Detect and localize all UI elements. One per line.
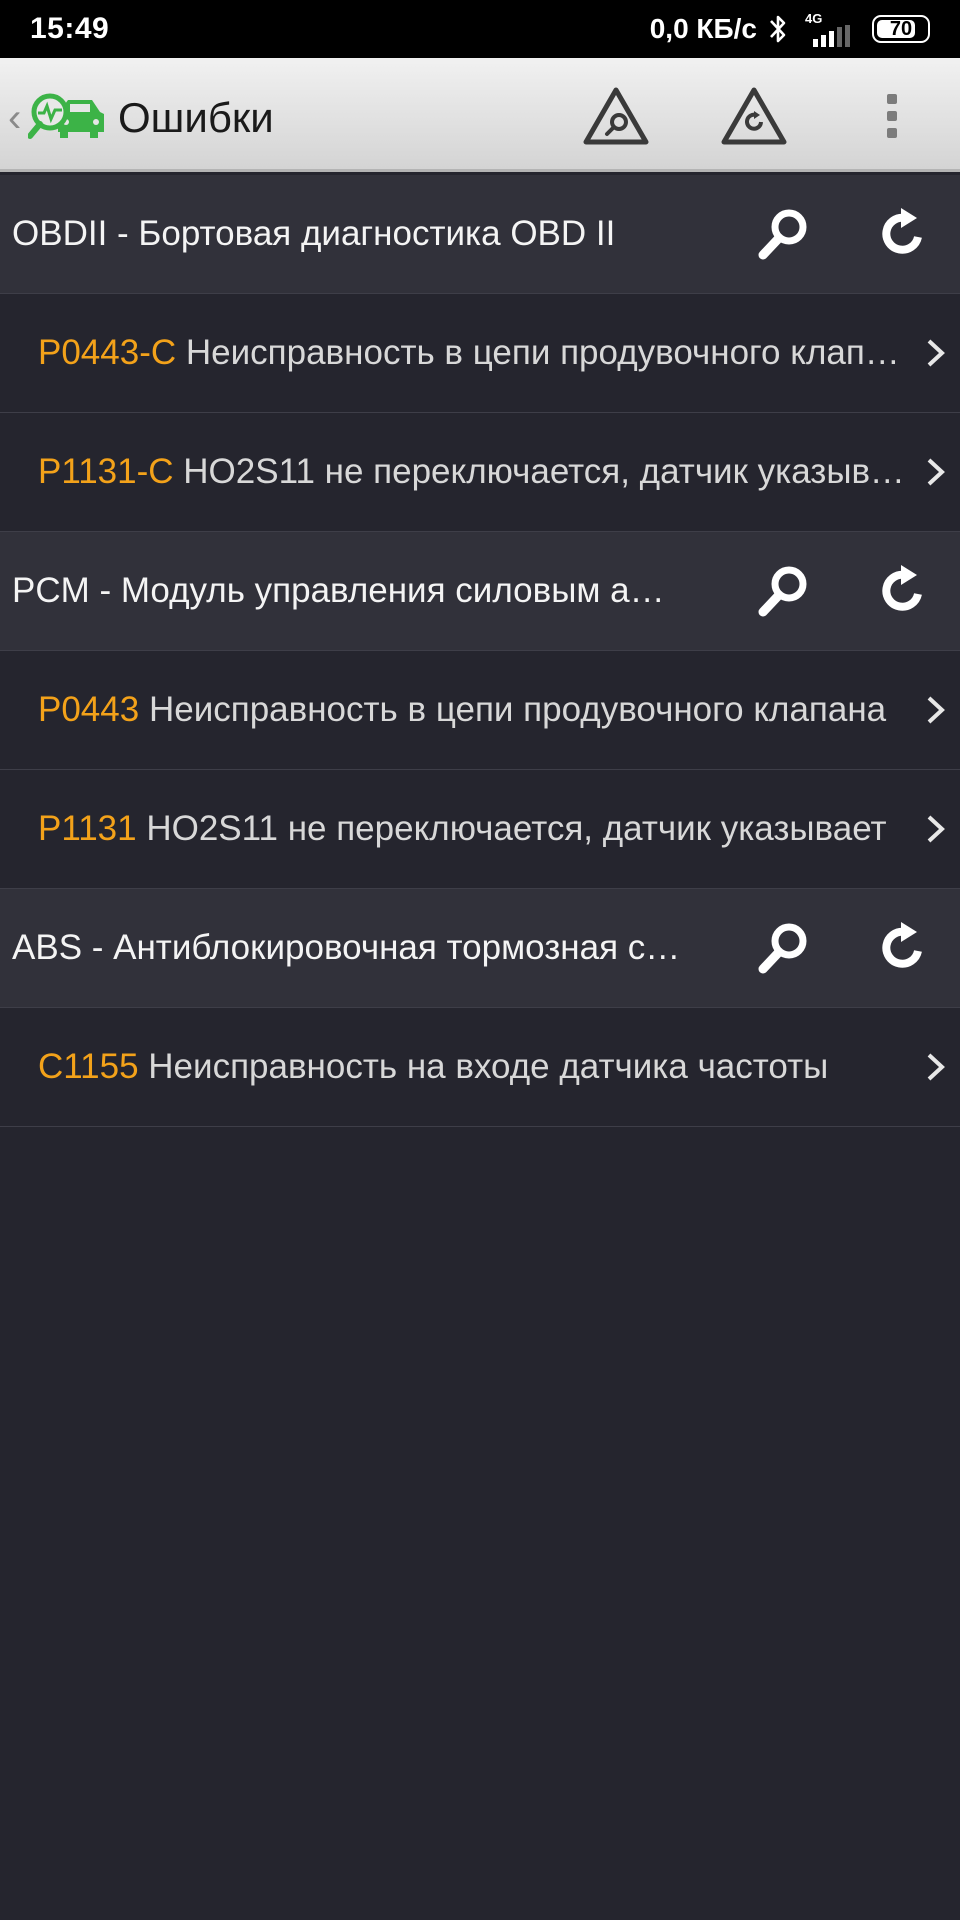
error-description: HO2S11 не переключается, датчик указывае…: [183, 452, 910, 491]
bluetooth-icon: [770, 15, 786, 43]
error-code: P0443-C: [38, 333, 177, 372]
error-code: C1155: [38, 1047, 139, 1086]
error-description: Неисправность в цепи продувочного клапан…: [148, 690, 887, 729]
error-description: HO2S11 не переключается, датчик указывае…: [146, 809, 887, 848]
module-scan-button[interactable]: [748, 555, 820, 627]
module-title: OBDII - Бортовая диагностика OBD II: [12, 214, 616, 253]
module-scan-button[interactable]: [748, 912, 820, 984]
battery-level: 70: [889, 17, 913, 40]
chevron-right-icon: [927, 1053, 945, 1081]
scan-all-button[interactable]: [580, 82, 652, 152]
refresh-icon: [882, 922, 922, 968]
error-code: P1131-C: [38, 452, 174, 491]
page-title: Ошибки: [118, 94, 274, 141]
search-icon: [758, 566, 807, 617]
module-clear-button[interactable]: [866, 198, 938, 270]
chevron-right-icon: [927, 339, 945, 367]
signal-bars-icon: [813, 24, 850, 47]
refresh-triangle-icon: [721, 87, 787, 145]
error-code: P1131: [38, 809, 137, 848]
refresh-icon: [882, 208, 922, 254]
error-list: OBDII - Бортовая диагностика OBD II P044…: [0, 175, 960, 1127]
search-icon: [758, 209, 807, 260]
module-header-obdii[interactable]: OBDII - Бортовая диагностика OBD II: [0, 175, 960, 294]
error-code-row[interactable]: P1131-C HO2S11 не переключается, датчик …: [0, 413, 960, 532]
battery-icon: 70: [872, 15, 930, 43]
overflow-menu-icon[interactable]: [868, 88, 916, 144]
module-scan-button[interactable]: [748, 198, 820, 270]
error-code-row[interactable]: P0443 Неисправность в цепи продувочного …: [0, 651, 960, 770]
clear-all-button[interactable]: [718, 82, 790, 152]
error-code-text: P0443 Неисправность в цепи продувочного …: [38, 690, 910, 730]
app-toolbar: ‹ Ошибки: [0, 58, 960, 172]
error-code-text: P0443-C Неисправность в цепи продувочног…: [38, 333, 910, 373]
module-header-pcm[interactable]: PCM - Модуль управления силовым агрегато…: [0, 532, 960, 651]
error-code: P0443: [38, 690, 140, 729]
error-code-text: P1131 HO2S11 не переключается, датчик ук…: [38, 809, 910, 849]
chevron-right-icon: [927, 815, 945, 843]
module-clear-button[interactable]: [866, 555, 938, 627]
error-code-text: P1131-C HO2S11 не переключается, датчик …: [38, 452, 910, 492]
error-code-row[interactable]: P0443-C Неисправность в цепи продувочног…: [0, 294, 960, 413]
module-header-abs[interactable]: ABS - Антиблокировочная тормозная систем…: [0, 889, 960, 1008]
search-icon: [758, 923, 807, 974]
module-title: PCM - Модуль управления силовым агрегато…: [12, 571, 672, 610]
network-type: 4G: [805, 10, 823, 26]
status-indicators: 0,0 КБ/с 4G 70: [650, 12, 930, 47]
error-code-row[interactable]: C1155 Неисправность на входе датчика час…: [0, 1008, 960, 1127]
error-description: Неисправность на входе датчика частоты: [148, 1047, 829, 1086]
app-logo-icon[interactable]: [28, 88, 108, 144]
status-bar: 15:49 0,0 КБ/с 4G 70: [0, 0, 960, 58]
error-code-row[interactable]: P1131 HO2S11 не переключается, датчик ук…: [0, 770, 960, 889]
signal-indicator: 4G: [805, 12, 850, 47]
module-title: ABS - Антиблокировочная тормозная систем…: [12, 928, 694, 967]
chevron-right-icon: [927, 696, 945, 724]
module-clear-button[interactable]: [866, 912, 938, 984]
refresh-icon: [882, 565, 922, 611]
net-speed: 0,0 КБ/с: [649, 13, 757, 44]
scan-triangle-icon: [583, 87, 649, 145]
error-description: Неисправность в цепи продувочного клапан…: [185, 333, 910, 372]
status-time: 15:49: [30, 12, 110, 45]
back-chevron-icon[interactable]: ‹: [8, 96, 21, 141]
chevron-right-icon: [927, 458, 945, 486]
error-code-text: C1155 Неисправность на входе датчика час…: [38, 1047, 910, 1087]
